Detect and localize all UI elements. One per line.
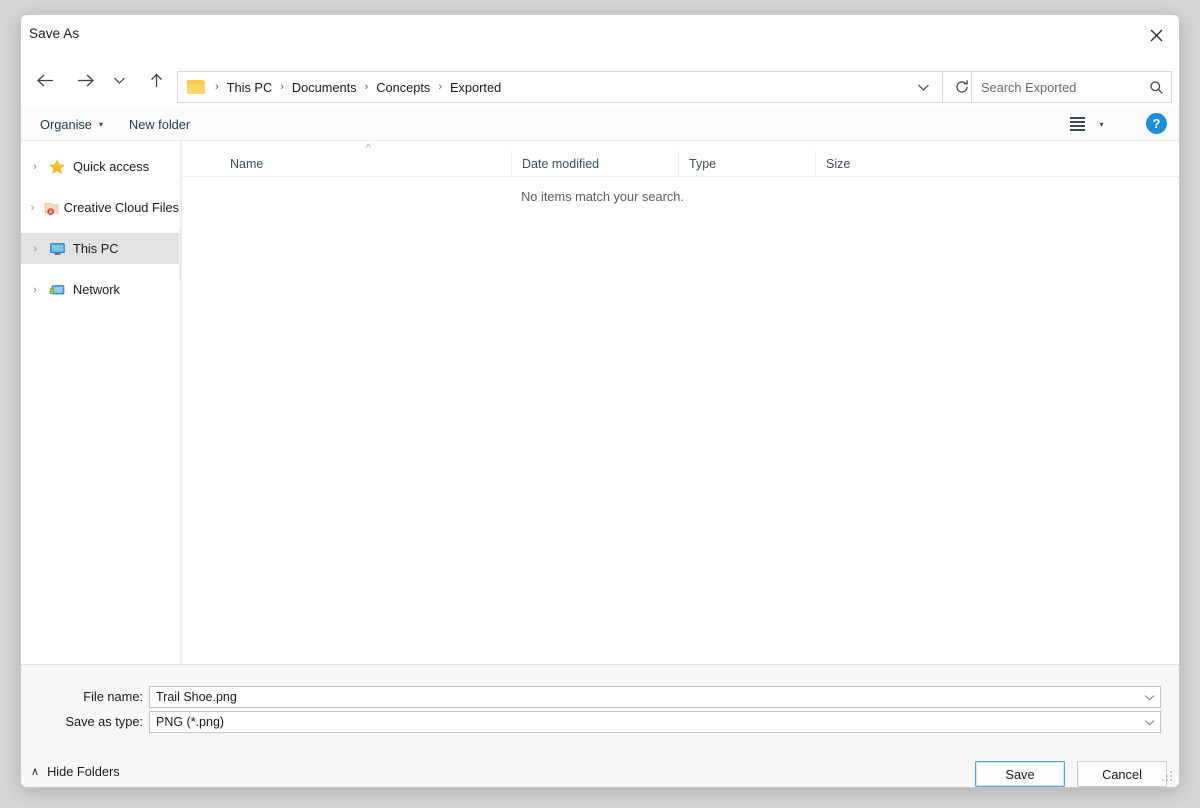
chevron-down-icon[interactable] [1138, 694, 1160, 701]
breadcrumb-item-exported[interactable]: Exported [446, 78, 505, 97]
cancel-button[interactable]: Cancel [1077, 761, 1167, 787]
hide-folders-label: Hide Folders [47, 764, 120, 779]
breadcrumb-separator: › [434, 81, 446, 93]
breadcrumb-item-this-pc[interactable]: This PC [223, 78, 277, 97]
new-folder-label: New folder [129, 117, 190, 132]
back-arrow-icon [36, 73, 55, 88]
column-headers: Name Date modified Type Size [182, 151, 1179, 177]
resize-grip[interactable] [1162, 771, 1174, 783]
sidebar-item-creative-cloud-files[interactable]: › A Creative Cloud Files [21, 192, 179, 223]
sidebar-item-label: This PC [73, 241, 119, 256]
breadcrumb-separator: › [361, 81, 373, 93]
help-icon: ? [1153, 116, 1161, 131]
column-header-name[interactable]: Name [220, 151, 500, 177]
breadcrumb-separator: › [211, 81, 223, 93]
dialog-body: › Quick access › A [21, 141, 1179, 664]
breadcrumb[interactable]: › This PC › Documents › Concepts › Expor… [177, 71, 943, 103]
save-button[interactable]: Save [975, 761, 1065, 787]
organise-label: Organise [40, 117, 92, 132]
close-button[interactable] [1133, 15, 1179, 55]
command-toolbar: Organise ▾ New folder ▾ ? [21, 107, 1179, 141]
folder-icon [187, 80, 205, 94]
dialog-footer: File name: Trail Shoe.png Save as type: … [21, 664, 1179, 787]
sidebar-item-label: Network [73, 282, 120, 297]
save-as-type-combobox[interactable]: PNG (*.png) [149, 711, 1161, 733]
file-name-row: File name: Trail Shoe.png [21, 686, 1179, 708]
search-icon [1149, 80, 1164, 95]
sidebar-item-network[interactable]: › Network [21, 274, 179, 305]
sidebar-item-label: Creative Cloud Files [64, 200, 179, 215]
file-name-combobox[interactable]: Trail Shoe.png [149, 686, 1161, 708]
navigation-pane: › Quick access › A [21, 141, 179, 664]
back-button[interactable] [28, 62, 62, 98]
sidebar-item-this-pc[interactable]: › This PC [21, 233, 179, 264]
navigation-bar: › This PC › Documents › Concepts › Expor… [21, 55, 1179, 107]
view-list-icon [1070, 117, 1085, 131]
column-header-type[interactable]: Type [678, 151, 815, 177]
save-as-type-row: Save as type: PNG (*.png) [21, 711, 1179, 733]
refresh-icon [954, 79, 970, 95]
empty-state-text: No items match your search. [521, 189, 684, 204]
file-list-pane[interactable]: ^ Name Date modified Type Size No items … [182, 141, 1179, 664]
search-button[interactable] [1141, 80, 1171, 95]
search-box[interactable]: Search Exported [971, 71, 1172, 103]
chevron-down-icon [917, 83, 930, 92]
empty-state-message: No items match your search. [182, 189, 1179, 204]
dialog-title: Save As [29, 26, 79, 41]
chevron-down-icon[interactable] [1138, 719, 1160, 726]
sidebar-item-quick-access[interactable]: › Quick access [21, 151, 179, 182]
file-name-input[interactable]: Trail Shoe.png [150, 690, 1138, 704]
screen: Save As [0, 0, 1200, 808]
forward-button[interactable] [68, 62, 102, 98]
breadcrumb-dropdown-button[interactable] [905, 71, 941, 103]
forward-arrow-icon [76, 73, 95, 88]
save-as-dialog: Save As [20, 14, 1180, 788]
chevron-right-icon[interactable]: › [21, 243, 49, 255]
save-as-type-label: Save as type: [21, 711, 143, 733]
save-as-type-value[interactable]: PNG (*.png) [150, 715, 1138, 729]
chevron-right-icon[interactable]: › [21, 202, 44, 214]
breadcrumb-item-concepts[interactable]: Concepts [372, 78, 434, 97]
chevron-right-icon[interactable]: › [21, 284, 49, 296]
up-button[interactable] [139, 62, 173, 98]
organise-button[interactable]: Organise ▾ [32, 107, 111, 141]
column-header-date-modified[interactable]: Date modified [511, 151, 678, 177]
sidebar-item-label: Quick access [73, 159, 149, 174]
chevron-down-icon: ▾ [1099, 120, 1103, 129]
new-folder-button[interactable]: New folder [121, 107, 198, 141]
up-arrow-icon [148, 72, 165, 89]
hide-folders-button[interactable]: ∧ Hide Folders [31, 764, 120, 779]
recent-locations-chevron-icon [113, 76, 126, 85]
help-button[interactable]: ? [1146, 113, 1167, 134]
creative-cloud-folder-icon: A [44, 200, 64, 216]
title-bar: Save As [21, 15, 1179, 55]
this-pc-monitor-icon [49, 241, 73, 257]
close-icon [1149, 28, 1164, 43]
search-input[interactable]: Search Exported [972, 80, 1141, 95]
network-icon [49, 282, 73, 298]
chevron-down-icon: ▾ [99, 120, 103, 129]
chevron-right-icon[interactable]: › [21, 161, 49, 173]
chevron-up-icon: ∧ [31, 765, 39, 778]
file-name-label: File name: [21, 686, 143, 708]
breadcrumb-separator: › [276, 81, 288, 93]
column-header-size[interactable]: Size [815, 151, 910, 177]
recent-locations-button[interactable] [106, 62, 132, 98]
star-icon [49, 159, 73, 175]
breadcrumb-item-documents[interactable]: Documents [288, 78, 361, 97]
view-mode-button[interactable]: ▾ [1059, 107, 1115, 141]
